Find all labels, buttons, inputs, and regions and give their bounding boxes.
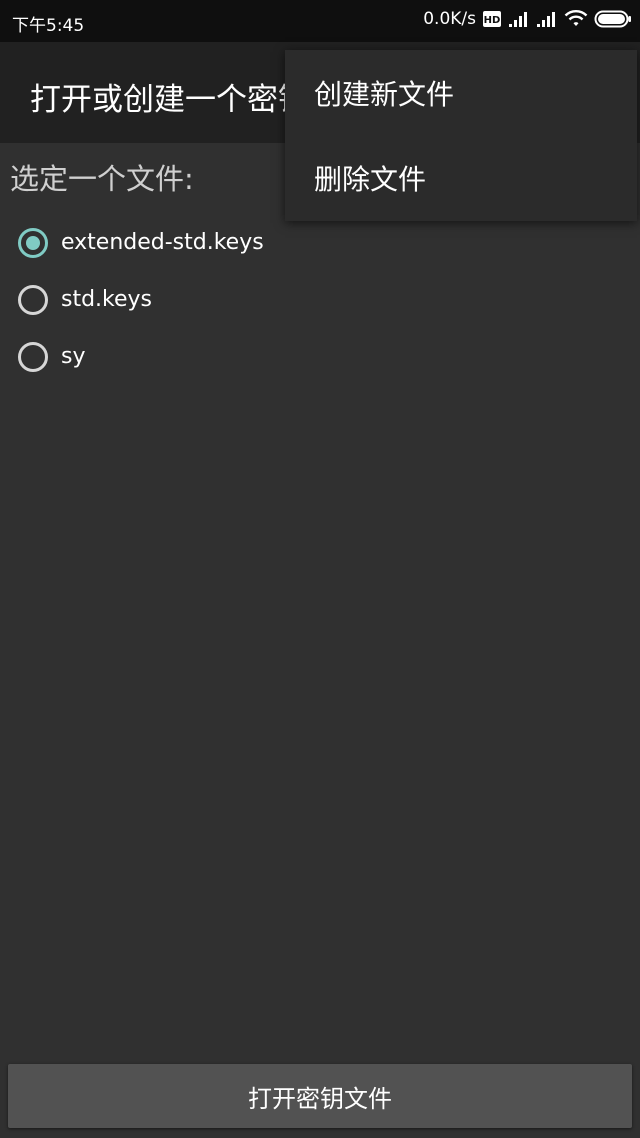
overflow-menu: 创建新文件 删除文件: [285, 50, 637, 221]
radio-unchecked-icon[interactable]: [18, 341, 48, 372]
file-radio-group: extended-std.keys std.keys sy: [18, 214, 618, 385]
file-option-extended-std-keys[interactable]: extended-std.keys: [18, 214, 618, 271]
radio-checked-icon[interactable]: [18, 227, 48, 258]
hd-icon: HD: [482, 10, 502, 28]
status-icons: 0.0K/s HD: [423, 9, 632, 29]
file-option-label: std.keys: [61, 287, 153, 312]
select-file-label: 选定一个文件:: [10, 162, 194, 196]
file-option-label: sy: [61, 344, 86, 369]
file-option-std-keys[interactable]: std.keys: [18, 271, 618, 328]
wifi-icon: [564, 10, 588, 28]
open-key-file-button[interactable]: 打开密钥文件: [8, 1064, 632, 1128]
file-option-sy[interactable]: sy: [18, 328, 618, 385]
signal-icon: [536, 10, 558, 28]
signal-icon: [508, 10, 530, 28]
status-time: 下午5:45: [12, 16, 85, 36]
status-bar: 下午5:45 0.0K/s HD: [0, 0, 640, 42]
file-option-label: extended-std.keys: [61, 230, 264, 255]
svg-text:HD: HD: [484, 15, 501, 26]
radio-dot: [26, 235, 40, 250]
menu-item-create-new-file[interactable]: 创建新文件: [285, 50, 637, 135]
menu-item-delete-file[interactable]: 删除文件: [285, 135, 637, 220]
net-speed: 0.0K/s: [423, 9, 476, 29]
battery-icon: [594, 10, 632, 28]
radio-unchecked-icon[interactable]: [18, 284, 48, 315]
